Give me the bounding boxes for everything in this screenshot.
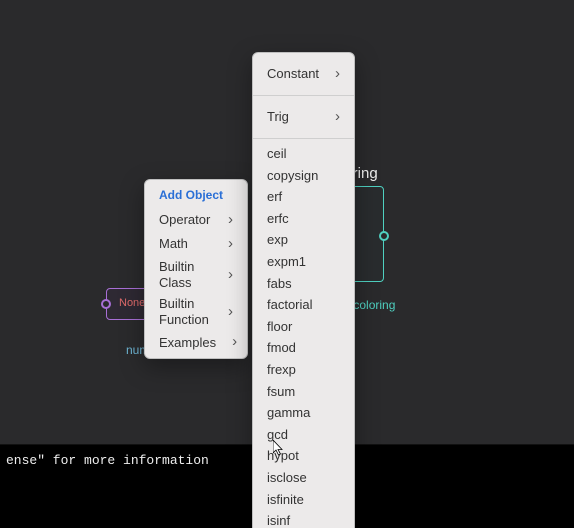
submenu-item-label: gcd bbox=[267, 427, 288, 443]
submenu-group-trig[interactable]: Trig bbox=[253, 100, 354, 134]
menu-item-label: Builtin Function bbox=[159, 296, 212, 327]
context-menu-sub[interactable]: Constant Trig ceil copysign erf erfc exp expm1 f… bbox=[252, 52, 355, 528]
submenu-item-label: erfc bbox=[267, 211, 289, 227]
submenu-item-label: erf bbox=[267, 189, 282, 205]
submenu-item-isclose[interactable]: isclose bbox=[253, 467, 354, 489]
submenu-item-label: expm1 bbox=[267, 254, 306, 270]
submenu-item-ceil[interactable]: ceil bbox=[253, 143, 354, 165]
submenu-item-fmod[interactable]: fmod bbox=[253, 337, 354, 359]
menu-item-examples[interactable]: Examples bbox=[145, 330, 247, 354]
submenu-item-isinf[interactable]: isinf bbox=[253, 510, 354, 528]
submenu-item-floor[interactable]: floor bbox=[253, 316, 354, 338]
submenu-group-label: Constant bbox=[267, 66, 319, 82]
menu-title: Add Object bbox=[145, 184, 247, 208]
submenu-item-fabs[interactable]: fabs bbox=[253, 273, 354, 295]
submenu-item-label: isinf bbox=[267, 513, 290, 528]
submenu-item-copysign[interactable]: copysign bbox=[253, 165, 354, 187]
console-line: ense" for more information bbox=[6, 453, 209, 468]
submenu-item-erfc[interactable]: erfc bbox=[253, 208, 354, 230]
submenu-item-label: gamma bbox=[267, 405, 310, 421]
submenu-item-exp[interactable]: exp bbox=[253, 229, 354, 251]
menu-item-label: Operator bbox=[159, 212, 210, 228]
submenu-item-label: ceil bbox=[267, 146, 287, 162]
submenu-item-label: fsum bbox=[267, 384, 295, 400]
submenu-item-isfinite[interactable]: isfinite bbox=[253, 489, 354, 511]
submenu-item-factorial[interactable]: factorial bbox=[253, 294, 354, 316]
submenu-item-label: isfinite bbox=[267, 492, 304, 508]
menu-separator bbox=[253, 138, 354, 139]
menu-item-math[interactable]: Math bbox=[145, 232, 247, 256]
submenu-item-label: frexp bbox=[267, 362, 296, 378]
menu-item-label: Math bbox=[159, 236, 188, 252]
port-out[interactable] bbox=[379, 231, 389, 241]
menu-item-operator[interactable]: Operator bbox=[145, 208, 247, 232]
context-menu-main[interactable]: Add Object Operator Math Builtin Class Buil… bbox=[144, 179, 248, 359]
submenu-item-gamma[interactable]: gamma bbox=[253, 402, 354, 424]
submenu-item-gcd[interactable]: gcd bbox=[253, 424, 354, 446]
submenu-item-label: floor bbox=[267, 319, 292, 335]
submenu-group-label: Trig bbox=[267, 109, 289, 125]
submenu-item-expm1[interactable]: expm1 bbox=[253, 251, 354, 273]
submenu-item-frexp[interactable]: frexp bbox=[253, 359, 354, 381]
submenu-item-label: exp bbox=[267, 232, 288, 248]
node-inner-label: None bbox=[119, 297, 145, 309]
submenu-item-label: isclose bbox=[267, 470, 307, 486]
submenu-item-hypot[interactable]: hypot bbox=[253, 445, 354, 467]
submenu-item-fsum[interactable]: fsum bbox=[253, 381, 354, 403]
submenu-item-label: fabs bbox=[267, 276, 292, 292]
submenu-group-constant[interactable]: Constant bbox=[253, 57, 354, 91]
submenu-item-label: fmod bbox=[267, 340, 296, 356]
submenu-item-label: hypot bbox=[267, 448, 299, 464]
menu-separator bbox=[253, 95, 354, 96]
submenu-item-erf[interactable]: erf bbox=[253, 186, 354, 208]
menu-item-label: Builtin Class bbox=[159, 259, 212, 290]
submenu-item-label: copysign bbox=[267, 168, 318, 184]
menu-item-builtin-function[interactable]: Builtin Function bbox=[145, 293, 247, 330]
port-in[interactable] bbox=[101, 299, 111, 309]
submenu-item-label: factorial bbox=[267, 297, 313, 313]
menu-item-label: Examples bbox=[159, 335, 216, 351]
menu-item-builtin-class[interactable]: Builtin Class bbox=[145, 256, 247, 293]
